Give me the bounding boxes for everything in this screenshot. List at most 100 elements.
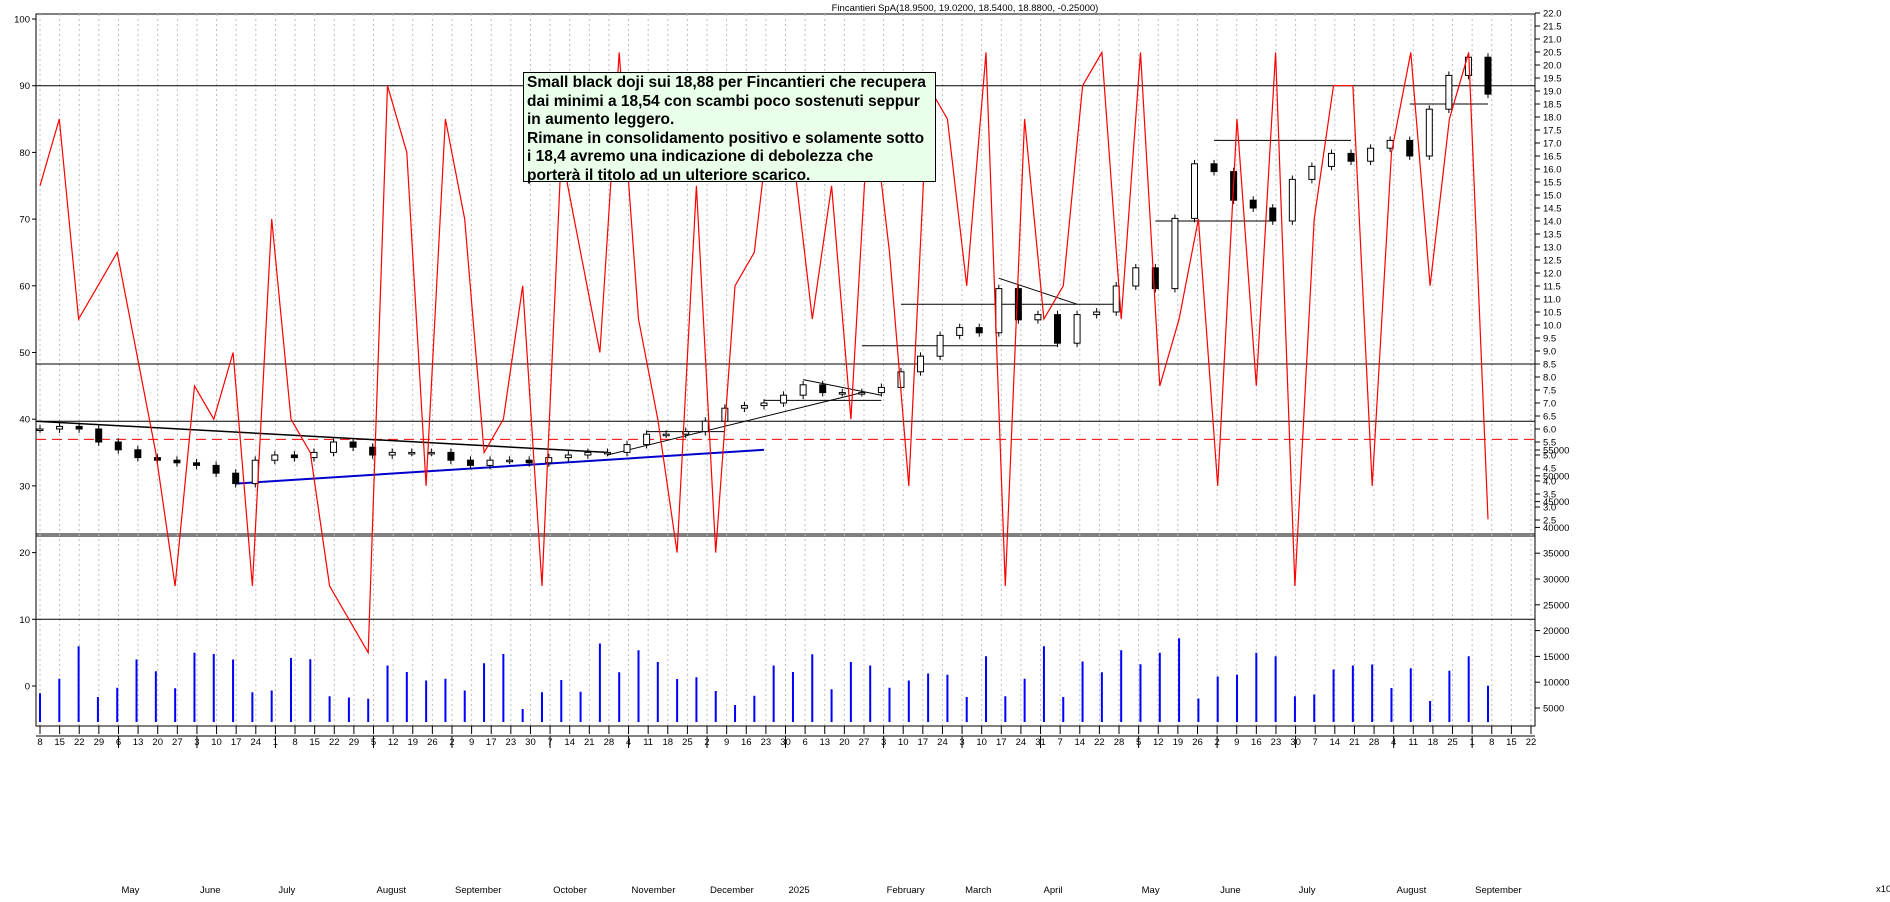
month-label: September [455, 885, 501, 896]
volume-bar [579, 691, 582, 722]
date-tick-label: 22 [1094, 737, 1105, 748]
volume-bar [985, 656, 988, 722]
volume-bar [1216, 676, 1219, 722]
annotation-line: porterà il titolo ad un ulteriore scaric… [527, 166, 811, 184]
price-candle [134, 449, 142, 459]
date-axis: 8152229613202731017241815222951219262917… [36, 725, 1536, 896]
price-candle [1190, 163, 1198, 219]
date-tick-label: 20 [839, 737, 850, 748]
volume-bar [1158, 652, 1161, 722]
date-tick-label: 14 [1330, 737, 1341, 748]
volume-bar [1332, 669, 1335, 722]
volume-bar [791, 672, 794, 722]
price-candle [819, 384, 827, 394]
volume-bar [521, 709, 524, 722]
date-tick-label: 10 [898, 737, 909, 748]
resistance-trendline [998, 277, 1078, 305]
annotation-line: Rimane in consolidamento positivo e sola… [527, 129, 925, 147]
price-tick-label: 13.5 [1543, 230, 1562, 241]
annotation-box: Small black doji sui 18,88 per Fincantie… [523, 72, 936, 184]
volume-tick-label: 55000 [1543, 446, 1569, 457]
month-label: September [1475, 885, 1521, 896]
date-tick-label: 25 [1447, 737, 1458, 748]
volume-bar [965, 697, 968, 722]
price-candle [1406, 139, 1414, 157]
price-candle [1367, 147, 1375, 162]
volume-bar [1390, 688, 1393, 722]
price-candle [75, 425, 83, 430]
date-tick-label: 15 [54, 737, 65, 748]
annotation-line: in aumento leggero. [527, 111, 675, 128]
date-tick-label: 13 [819, 737, 830, 748]
price-candle [56, 425, 64, 430]
date-tick-label: 24 [937, 737, 948, 748]
price-candle [427, 451, 435, 455]
date-tick-label: 22 [74, 737, 85, 748]
price-candle [877, 386, 885, 394]
price-candle [995, 288, 1003, 334]
x-scale-note: x100 [1876, 884, 1890, 895]
volume-bar [1004, 696, 1007, 722]
month-label: August [377, 885, 407, 896]
price-candle [917, 355, 925, 373]
price-candle [975, 327, 983, 334]
volume-bar [1100, 672, 1103, 722]
price-tick-label: 13.0 [1543, 243, 1562, 254]
price-candle [760, 402, 768, 407]
volume-bar [58, 678, 61, 722]
volume-bar [1429, 701, 1432, 722]
price-candle [1249, 199, 1257, 209]
price-candle [545, 457, 553, 464]
volume-bar [386, 665, 389, 722]
price-tick-label: 14.0 [1543, 217, 1562, 228]
month-label: November [632, 885, 676, 896]
date-tick-label: 28 [1114, 737, 1125, 748]
price-tick-label: 18.5 [1543, 100, 1562, 111]
date-tick-label: 14 [1074, 737, 1085, 748]
volume-bar [811, 654, 814, 722]
price-tick-label: 7.5 [1543, 386, 1556, 397]
volume-bar [598, 643, 601, 722]
price-candle [251, 459, 259, 485]
price-tick-label: 20.0 [1543, 61, 1562, 72]
volume-tick-label: 5000 [1543, 704, 1564, 715]
annotation-line: dai minimi a 18,54 con scambi poco soste… [527, 92, 920, 110]
date-tick-label: 8 [37, 737, 42, 748]
month-label: 2025 [789, 885, 810, 896]
price-candle [1327, 152, 1335, 167]
price-candle [525, 459, 533, 464]
price-candle [1484, 56, 1492, 95]
price-candle [310, 451, 318, 459]
volume-bar [463, 690, 466, 722]
date-tick-label: 29 [94, 737, 105, 748]
volume-bar [135, 659, 138, 722]
price-candle [1308, 165, 1316, 180]
date-tick-label: 17 [231, 737, 242, 748]
date-tick-label: 24 [1016, 737, 1027, 748]
date-tick-label: 16 [1251, 737, 1262, 748]
price-candle [1269, 207, 1277, 222]
volume-bar [772, 665, 775, 722]
uptrend-line [607, 392, 862, 456]
price-candle [1347, 152, 1355, 162]
price-candle [36, 428, 44, 431]
volume-bar [888, 687, 891, 722]
volume-bar [1023, 678, 1026, 722]
price-candle [290, 454, 298, 459]
month-label: August [1397, 885, 1427, 896]
volume-bar [1197, 698, 1200, 722]
price-candle [1445, 74, 1453, 110]
date-tick-label: 17 [486, 737, 497, 748]
date-tick-label: 23 [506, 737, 517, 748]
price-tick-label: 15.0 [1543, 191, 1562, 202]
price-candle [193, 462, 201, 466]
price-tick-label: 17.5 [1543, 126, 1562, 137]
oscillator-tick-label: 100 [14, 15, 30, 26]
oscillator-tick-label: 0 [25, 682, 30, 693]
date-tick-label: 26 [1192, 737, 1203, 748]
volume-bar [1351, 665, 1354, 722]
price-candle [858, 392, 866, 395]
price-candle [936, 334, 944, 357]
price-candle [1034, 314, 1042, 321]
month-label: July [278, 885, 295, 896]
